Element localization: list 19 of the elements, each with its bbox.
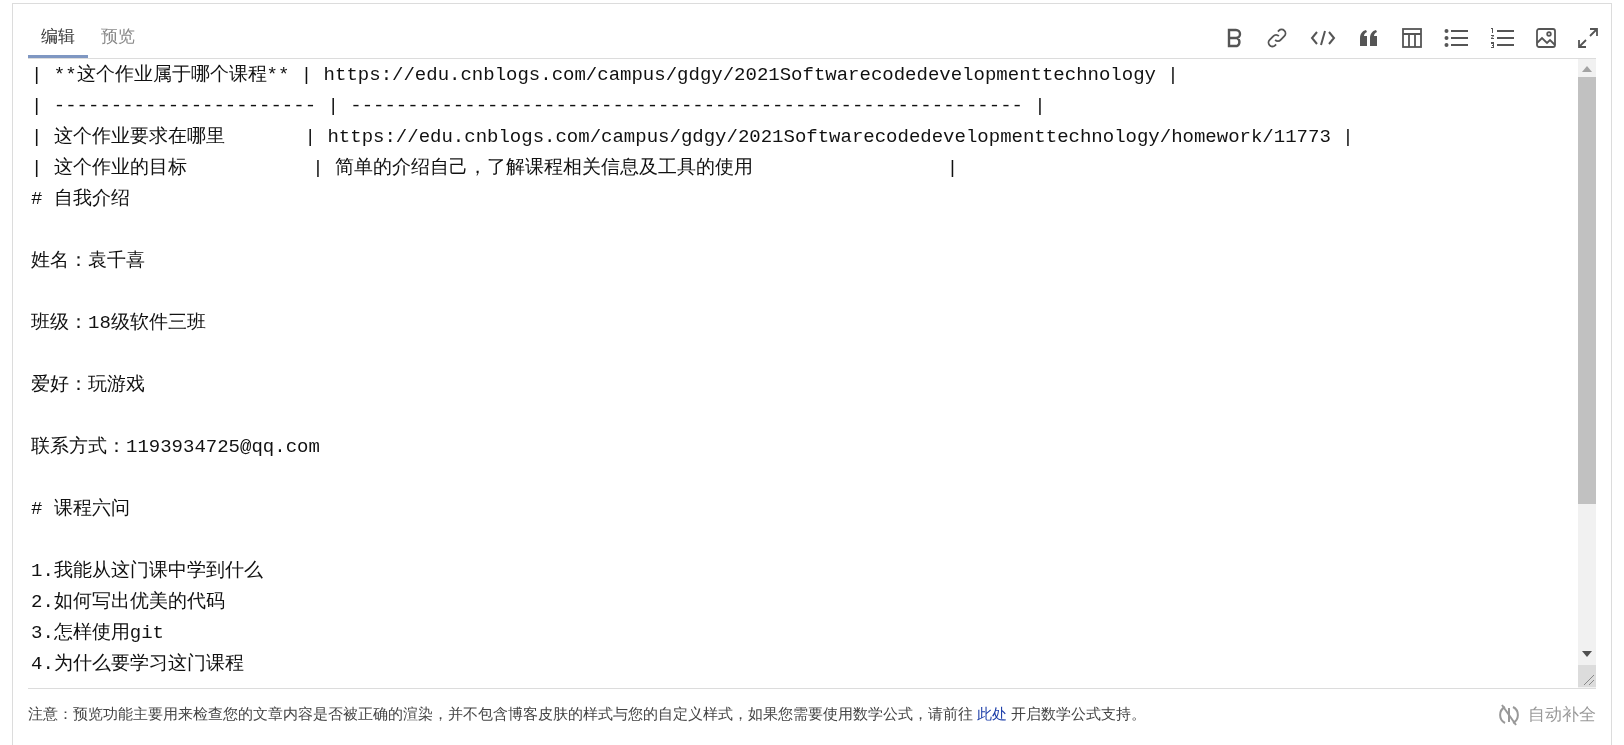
table-icon[interactable] — [1402, 28, 1422, 48]
fullscreen-icon[interactable] — [1578, 28, 1598, 48]
editor-text[interactable]: | **这个作业属于哪个课程** | https://edu.cnblogs.com/campus/gdgy/2021Softwarecodedevelopmenttechnology | | ----------------------- | ----------------------------------------------------------- | | 这个作业要求在哪里 | https://edu.cnblogs.com/campus/gdgy/2021Softwarecodedevelopmenttechnology/homework/11773 | | 这个作业的目标 | 简单的介绍自己，了解课程相关信息及工具的使用 | # 自我介绍 姓名：袁千喜 班级：18级软件三班 爱好：玩游戏 联系方式：1193934725@qq.com # 课程六问 1.我能从这门课中学到什么 2.如何写出优美的代码 3.怎样使用git 4.为什么要学习这门课程 — [13, 59, 1578, 688]
numbered-list-icon[interactable] — [1490, 27, 1514, 49]
tab[interactable]: 预览 — [88, 18, 148, 58]
bullet-list-icon[interactable] — [1444, 28, 1468, 48]
bold-icon[interactable] — [1226, 28, 1244, 48]
code-icon[interactable] — [1310, 28, 1336, 48]
scrollbar[interactable] — [1578, 59, 1596, 688]
tab[interactable]: 编辑 — [28, 18, 88, 58]
link-icon[interactable] — [1266, 27, 1288, 49]
scroll-down-icon[interactable] — [1582, 651, 1592, 657]
quote-icon[interactable] — [1358, 28, 1380, 48]
autocomplete-off-icon — [1498, 702, 1520, 727]
scrollbar-thumb[interactable] — [1578, 77, 1596, 504]
image-icon[interactable] — [1536, 28, 1556, 48]
link[interactable]: 此处 — [977, 705, 1008, 723]
resize-handle-icon[interactable] — [1578, 665, 1596, 687]
preview-note: 注意：预览功能主要用来检查您的文章内容是否被正确的渲染，并不包含博客皮肤的样式与您的自定义样式，如果您需要使用数学公式，请前往 此处 开启数学公式支持。 — [28, 704, 1147, 725]
